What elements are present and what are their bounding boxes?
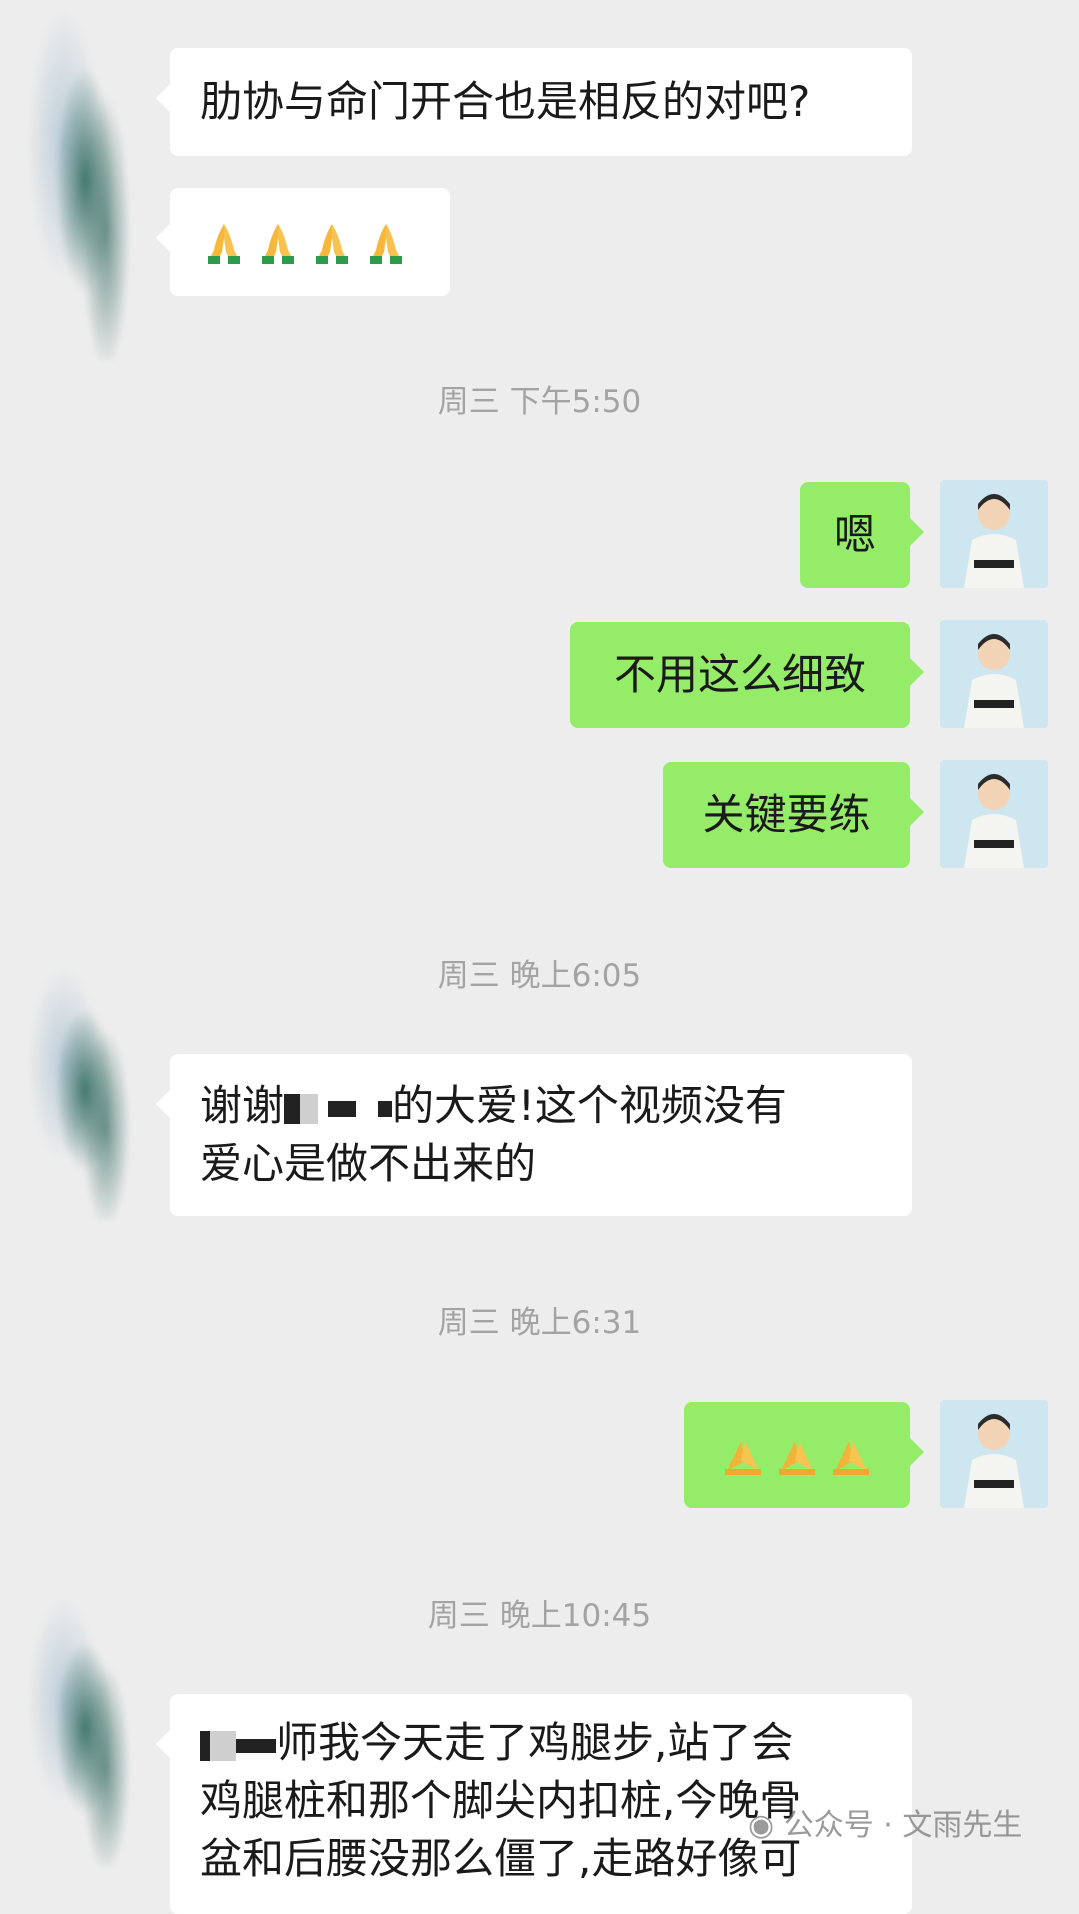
message-text: 的大爱!这个视频没有 (392, 1081, 787, 1130)
message-bubble-outgoing[interactable] (684, 1402, 924, 1508)
redacted-name (200, 1730, 210, 1761)
user-avatar[interactable] (940, 480, 1048, 588)
message-text-line: 谢谢 的大爱!这个视频没有 (200, 1077, 882, 1135)
user-avatar[interactable] (940, 620, 1048, 728)
message-text-line: 爱心是做不出来的 (200, 1139, 537, 1188)
message-bubble-outgoing[interactable]: 关键要练 (663, 762, 924, 868)
user-avatar[interactable] (940, 1400, 1048, 1508)
contact-avatar[interactable] (8, 0, 148, 360)
praying-hands-emoji-group (200, 188, 420, 296)
message-text: 肋协与命门开合也是相反的对吧? (200, 77, 811, 126)
user-avatar[interactable] (940, 760, 1048, 868)
message-text: 师我今天走了鸡腿步,站了会 (276, 1718, 794, 1767)
message-text: 关键要练 (702, 790, 871, 839)
praying-hands-icon (833, 1441, 869, 1475)
redacted-name (378, 1100, 393, 1117)
timestamp: 周三 晚上10:45 (427, 1598, 652, 1634)
message-bubble-incoming[interactable]: 肋协与命门开合也是相反的对吧? (156, 48, 912, 156)
timestamp: 周三 晚上6:31 (437, 1305, 642, 1341)
praying-hands-icon (779, 1441, 815, 1475)
praying-hands-icon (316, 224, 348, 264)
message-text: 不用这么细致 (613, 650, 866, 699)
watermark-text: 公众号 · 文雨先生 (783, 1808, 1023, 1843)
redacted-name (236, 1738, 276, 1753)
contact-avatar[interactable] (8, 1590, 148, 1866)
praying-hands-icon (370, 224, 402, 264)
message-bubble-incoming[interactable] (156, 188, 450, 296)
praying-hands-emoji-group (714, 1402, 880, 1508)
praying-hands-icon (725, 1441, 761, 1475)
redacted-name (210, 1730, 236, 1761)
praying-hands-icon (208, 224, 240, 264)
wechat-icon: ◉ (748, 1808, 775, 1843)
message-text: 嗯 (833, 510, 876, 559)
timestamp: 周三 下午5:50 (437, 384, 642, 420)
contact-avatar[interactable] (8, 960, 148, 1220)
redacted-name (328, 1100, 357, 1117)
redacted-name (284, 1093, 301, 1124)
message-text: 谢谢 (200, 1081, 285, 1130)
message-bubble-incoming[interactable]: 谢谢 的大爱!这个视频没有 爱心是做不出来的 (156, 1054, 912, 1216)
message-text-line: 师我今天走了鸡腿步,站了会 (200, 1714, 882, 1772)
message-bubble-outgoing[interactable]: 不用这么细致 (570, 622, 924, 728)
watermark: ◉ 公众号 · 文雨先生 (748, 1800, 1022, 1844)
praying-hands-icon (262, 224, 294, 264)
redacted-name (300, 1093, 319, 1124)
timestamp: 周三 晚上6:05 (437, 958, 642, 994)
message-bubble-outgoing[interactable]: 嗯 (800, 482, 924, 588)
